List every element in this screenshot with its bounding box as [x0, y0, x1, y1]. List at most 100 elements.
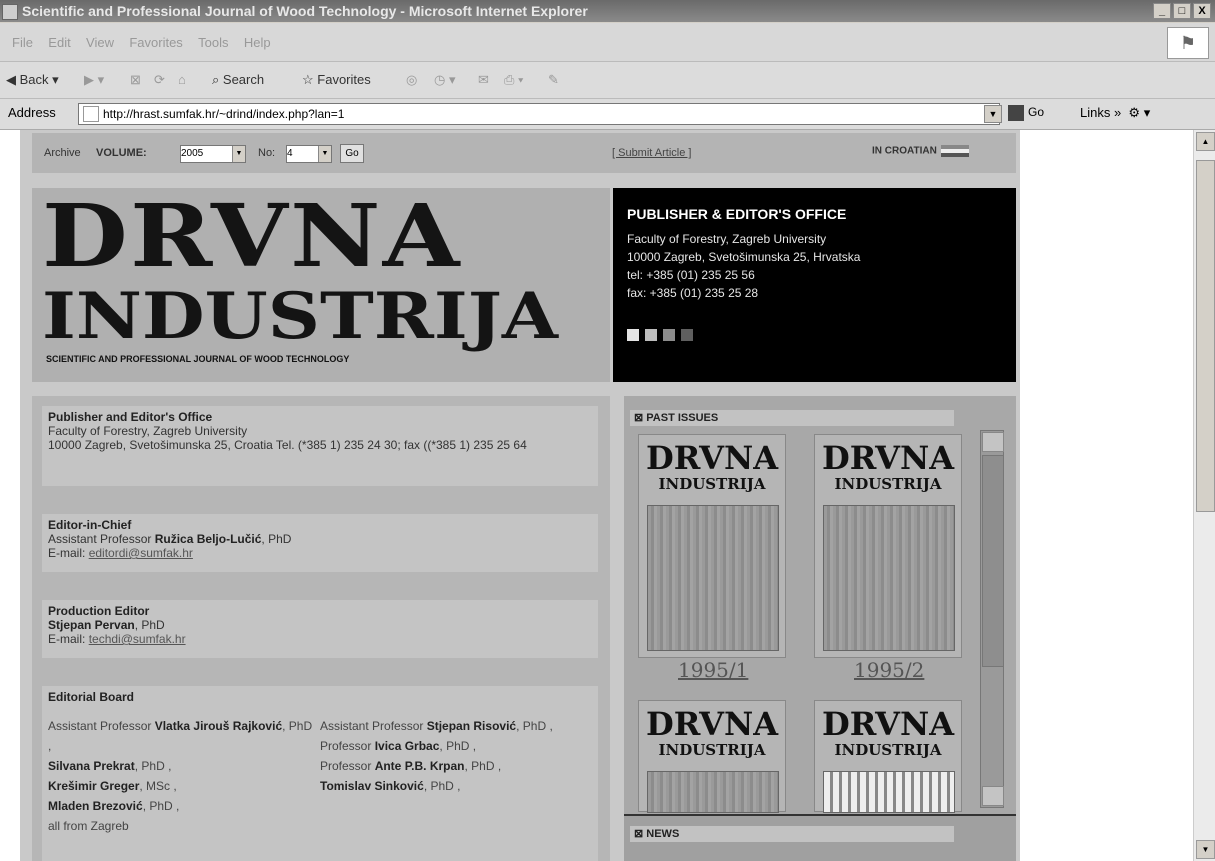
minimize-button[interactable]: _ — [1153, 3, 1171, 19]
maximize-button[interactable]: □ — [1173, 3, 1191, 19]
office-line: tel: +385 (01) 235 25 56 — [627, 268, 755, 282]
issue-cover[interactable]: DRVNA INDUSTRIJA — [638, 434, 786, 658]
chevron-down-icon: ▼ — [318, 146, 331, 162]
submit-article-link[interactable]: [ Submit Article ] — [612, 147, 691, 159]
wood-texture-image — [647, 505, 779, 651]
issue-cover[interactable]: DRVNA INDUSTRIJA — [814, 434, 962, 658]
nav-square[interactable] — [627, 329, 639, 341]
links-button[interactable]: Links » ⚙ ▾ — [1080, 105, 1150, 121]
back-button[interactable]: ◀ Back ▾ — [6, 72, 59, 88]
cover-subtitle: INDUSTRIJA — [658, 741, 766, 759]
menu-bar: File Edit View Favorites Tools Help ⚑ — [0, 23, 1215, 62]
editorial-board-left: Assistant Professor Vlatka Jirouš Rajkov… — [48, 716, 318, 836]
forward-button[interactable]: ▶ ▾ — [84, 72, 104, 88]
issue-select[interactable]: 4 ▼ — [286, 145, 332, 163]
nav-square[interactable] — [663, 329, 675, 341]
browser-scrollbar[interactable]: ▲ ▼ — [1193, 130, 1215, 861]
scroll-down-icon[interactable]: ▼ — [1196, 840, 1215, 859]
cover-title: DRVNA — [821, 705, 955, 743]
email-label: E-mail: — [48, 632, 86, 646]
windows-logo-icon: ⚑ — [1167, 27, 1209, 59]
board-member: Assistant Professor Stjepan Risović, PhD… — [320, 719, 553, 733]
production-editor-email-link[interactable]: techdi@sumfak.hr — [89, 632, 186, 646]
browser-toolbar: ◀ Back ▾ ▶ ▾ ⊠ ⟳ ⌂ ⌕ Search ☆ Favorites … — [0, 62, 1215, 99]
masthead-title: DRVNA — [42, 186, 462, 287]
scroll-up-icon[interactable] — [982, 432, 1004, 452]
history-icon[interactable]: ◷ ▾ — [434, 72, 455, 88]
mail-icon[interactable]: ✉ — [478, 72, 489, 88]
issue-cover[interactable]: DRVNA INDUSTRIJA — [814, 700, 962, 813]
search-icon: ⌕ — [212, 72, 220, 87]
web-page: Archive VOLUME: 2005 ▼ No: 4 ▼ Go [ Submit… — [0, 130, 1194, 861]
croatian-flag-icon — [940, 145, 969, 157]
nav-square[interactable] — [645, 329, 657, 341]
chevron-down-icon: ▼ — [232, 146, 245, 162]
board-note: all from Zagreb — [48, 819, 129, 833]
past-issues-heading: ⊠ PAST ISSUES — [630, 410, 954, 426]
scroll-thumb[interactable] — [1196, 160, 1215, 512]
close-x-icon: ⊠ — [634, 412, 647, 424]
editor-name: Ružica Beljo-Lučić — [154, 532, 262, 546]
issue-link[interactable]: 1995/2 — [854, 658, 924, 682]
past-issues-label: PAST ISSUES — [646, 412, 719, 424]
nav-square[interactable] — [681, 329, 693, 341]
publisher-box: Publisher and Editor's Office Faculty of… — [42, 406, 598, 486]
menu-tools[interactable]: Tools — [198, 35, 228, 50]
volume-label: VOLUME: — [96, 147, 147, 159]
search-button[interactable]: ⌕ Search — [212, 72, 264, 88]
menu-edit[interactable]: Edit — [48, 35, 70, 50]
news-heading: ⊠ NEWS — [630, 826, 954, 842]
board-member: Silvana Prekrat, PhD , — [48, 759, 172, 773]
cover-title: DRVNA — [821, 439, 955, 477]
favorites-button[interactable]: ☆ Favorites — [302, 72, 371, 88]
publisher-line: Faculty of Forestry, Zagreb University — [48, 424, 248, 438]
media-icon[interactable]: ◎ — [406, 72, 417, 88]
masthead-logo: DRVNA INDUSTRIJA SCIENTIFIC AND PROFESSI… — [32, 188, 610, 382]
archive-bar: Archive VOLUME: 2005 ▼ No: 4 ▼ Go [ Submit… — [32, 133, 1016, 173]
go-button[interactable]: Go — [1008, 105, 1044, 121]
production-editor-title: Production Editor — [48, 604, 150, 618]
back-arrow-icon: ◀ — [6, 72, 16, 87]
news-label: NEWS — [646, 828, 680, 840]
menu-favorites[interactable]: Favorites — [129, 35, 182, 50]
editor-email-link[interactable]: editordi@sumfak.hr — [89, 546, 193, 560]
news-section: ⊠ NEWS — [624, 814, 1016, 861]
menu-view[interactable]: View — [86, 35, 114, 50]
close-x-icon: ⊠ — [634, 828, 647, 840]
stop-icon[interactable]: ⊠ — [130, 72, 141, 88]
ie-icon — [2, 4, 18, 20]
issues-scrollbar[interactable] — [980, 430, 1004, 808]
refresh-icon[interactable]: ⟳ — [154, 72, 165, 88]
edit-icon[interactable]: ✎ — [548, 72, 559, 88]
office-panel: PUBLISHER & EDITOR'S OFFICE Faculty of F… — [613, 188, 1016, 382]
publisher-title: Publisher and Editor's Office — [48, 410, 213, 424]
issue-cover[interactable]: DRVNA INDUSTRIJA — [638, 700, 786, 813]
scroll-down-icon[interactable] — [982, 786, 1004, 806]
favorites-label: Favorites — [317, 72, 371, 87]
address-bar: Address http://hrast.sumfak.hr/~drind/in… — [0, 99, 1215, 130]
cover-subtitle: INDUSTRIJA — [658, 475, 766, 493]
address-dropdown-icon[interactable]: ▼ — [984, 105, 1002, 123]
close-button[interactable]: X — [1193, 3, 1211, 19]
no-label: No: — [258, 147, 276, 159]
cover-title: DRVNA — [645, 705, 779, 743]
language-link[interactable]: IN CROATIAN — [872, 145, 969, 157]
scroll-up-icon[interactable]: ▲ — [1196, 132, 1215, 151]
go-label: Go — [1028, 105, 1045, 120]
archive-go-button[interactable]: Go — [340, 144, 364, 163]
print-icon[interactable]: ⎙ ▾ — [504, 72, 523, 88]
editor-role: Assistant Professor — [48, 532, 152, 546]
menu-help[interactable]: Help — [244, 35, 271, 50]
wood-texture-image — [823, 505, 955, 651]
production-editor-name: Stjepan Pervan — [48, 618, 135, 632]
issue-link[interactable]: 1995/1 — [678, 658, 748, 682]
page-icon — [83, 106, 99, 122]
star-icon: ☆ — [302, 72, 314, 87]
editor-suffix: , PhD — [261, 532, 292, 546]
address-input[interactable]: http://hrast.sumfak.hr/~drind/index.php?… — [78, 103, 1000, 125]
editor-in-chief-title: Editor-in-Chief — [48, 518, 132, 532]
volume-select[interactable]: 2005 ▼ — [180, 145, 246, 163]
menu-file[interactable]: File — [12, 35, 33, 50]
scroll-thumb[interactable] — [982, 455, 1004, 667]
home-icon[interactable]: ⌂ — [178, 72, 186, 87]
